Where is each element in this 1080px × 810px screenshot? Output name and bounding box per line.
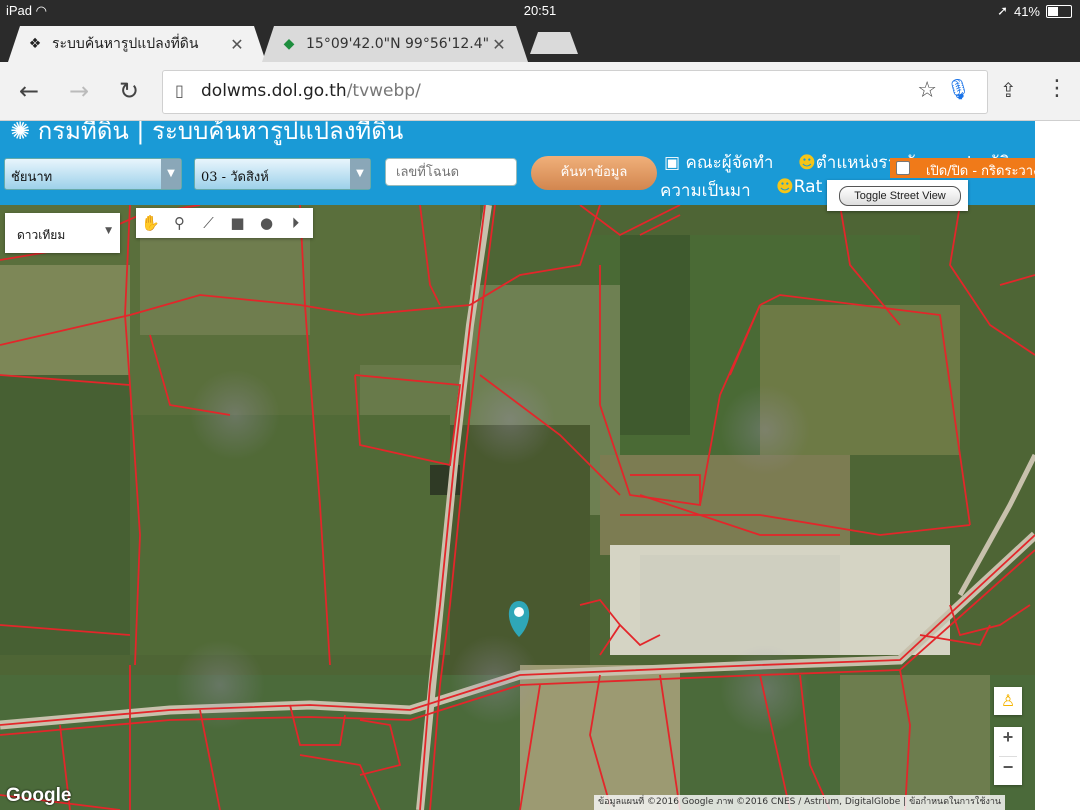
tab-bar: ❖ ระบบค้นหารูปแปลงที่ดิน ✕ ◆ 15°09'42.0"… bbox=[0, 22, 1080, 62]
marker-icon[interactable]: ⚲ bbox=[165, 214, 194, 232]
rectangle-icon[interactable]: ■ bbox=[223, 214, 252, 232]
hand-pan-icon[interactable]: ✋ bbox=[136, 214, 165, 232]
url-text[interactable]: dolwms.dol.go.th/tvwebp/ bbox=[201, 81, 421, 101]
page-edge bbox=[1035, 121, 1080, 810]
tab-title: ระบบค้นหารูปแปลงที่ดิน bbox=[52, 36, 199, 52]
microphone-icon[interactable]: 🎙 bbox=[946, 77, 971, 101]
web-page: ✺ กรมที่ดิน | ระบบค้นหารูปแปลงที่ดิน ชัย… bbox=[0, 121, 1035, 810]
department-seal-icon: ✺ bbox=[10, 121, 31, 145]
district-select[interactable]: 03 - วัดสิงห์ ▼ bbox=[194, 158, 371, 190]
page-icon: ▯ bbox=[175, 81, 184, 100]
province-select[interactable]: ชัยนาท ▼ bbox=[4, 158, 182, 190]
circle-icon[interactable]: ● bbox=[252, 214, 281, 232]
new-tab-button[interactable] bbox=[530, 32, 578, 54]
forward-arrow-icon[interactable]: → bbox=[62, 74, 96, 108]
drawing-toolbar: ✋ ⚲ ⟋ ■ ● ⏵ bbox=[136, 208, 313, 238]
close-tab-icon[interactable]: ✕ bbox=[488, 35, 510, 54]
reload-icon[interactable]: ↻ bbox=[112, 74, 146, 108]
tab-land-search[interactable]: ❖ ระบบค้นหารูปแปลงที่ดิน ✕ bbox=[8, 26, 266, 62]
zoom-out-button[interactable]: − bbox=[994, 757, 1022, 786]
toggle-street-view-button[interactable]: Toggle Street View bbox=[839, 186, 961, 206]
zoom-control: + − bbox=[994, 727, 1022, 785]
location-arrow-icon: ➚ bbox=[997, 3, 1008, 18]
chevron-down-icon: ▼ bbox=[350, 159, 370, 189]
province-value: ชัยนาท bbox=[11, 170, 53, 185]
bookmark-star-icon[interactable]: ☆ bbox=[917, 78, 937, 103]
clock: 20:51 bbox=[523, 3, 557, 18]
map-attribution: ข้อมูลแผนที่ ©2016 Google ภาพ ©2016 CNES… bbox=[594, 795, 1006, 810]
deed-number-input[interactable] bbox=[385, 158, 517, 186]
layers-icon: ❖ bbox=[28, 36, 42, 52]
google-logo: Google bbox=[6, 785, 72, 806]
award-icon: ☻ bbox=[798, 153, 816, 173]
satellite-map[interactable] bbox=[0, 205, 1035, 810]
map-type-value: ดาวเทียม bbox=[17, 228, 66, 242]
close-tab-icon[interactable]: ✕ bbox=[226, 35, 248, 54]
back-arrow-icon[interactable]: ← bbox=[12, 74, 46, 108]
street-view-panel: Toggle Street View bbox=[827, 180, 968, 211]
rating-link[interactable]: ☻Rat bbox=[776, 177, 822, 197]
tab-google-maps[interactable]: ◆ 15°09'42.0"N 99°56'12.4"E - ✕ bbox=[262, 26, 528, 62]
developers-link[interactable]: ▣ คณะผู้จัดทำ bbox=[664, 149, 773, 176]
district-value: 03 - วัดสิงห์ bbox=[201, 170, 269, 185]
utm-checkbox[interactable] bbox=[896, 161, 910, 175]
polyline-icon[interactable]: ⟋ bbox=[194, 214, 223, 232]
chevron-down-icon: ▼ bbox=[105, 226, 112, 236]
search-button[interactable]: ค้นหาข้อมูล bbox=[531, 156, 657, 190]
zoom-in-button[interactable]: + bbox=[994, 727, 1022, 756]
team-icon: ▣ bbox=[664, 153, 681, 173]
rating-icon: ☻ bbox=[776, 177, 794, 197]
history-link[interactable]: ความเป็นมา bbox=[660, 177, 751, 204]
utm-label: เปิด/ปิด - กริดระวาง UTM bbox=[926, 164, 1035, 179]
browser-toolbar: ← → ↻ ▯ dolwms.dol.go.th/tvwebp/ ☆ 🎙 ⇪ ⋮ bbox=[0, 62, 1080, 121]
utm-grid-toggle[interactable]: เปิด/ปิด - กริดระวาง UTM bbox=[890, 158, 1035, 179]
address-bar[interactable]: ▯ dolwms.dol.go.th/tvwebp/ ☆ 🎙 bbox=[162, 70, 988, 114]
map-type-select[interactable]: ดาวเทียม ▼ bbox=[5, 213, 120, 253]
google-maps-icon: ◆ bbox=[283, 36, 295, 52]
battery-area: ➚ 41% bbox=[997, 3, 1072, 19]
terms-link[interactable]: ข้อกำหนดในการใช้งาน bbox=[909, 797, 1001, 807]
chevron-down-icon: ▼ bbox=[161, 159, 181, 189]
tab-title: 15°09'42.0"N 99°56'12.4"E - bbox=[306, 36, 488, 52]
status-bar: iPad ◠ 20:51 ➚ 41% bbox=[0, 0, 1080, 22]
share-icon[interactable]: ⇪ bbox=[1000, 78, 1017, 102]
battery-percent: 41% bbox=[1013, 3, 1040, 19]
site-title: ✺ กรมที่ดิน | ระบบค้นหารูปแปลงที่ดิน bbox=[10, 121, 403, 150]
battery-icon bbox=[1046, 4, 1072, 18]
street-view-pegman-icon[interactable]: ♙ bbox=[994, 687, 1022, 715]
more-menu-icon[interactable]: ⋮ bbox=[1046, 76, 1068, 101]
polygon-icon[interactable]: ⏵ bbox=[281, 214, 310, 232]
